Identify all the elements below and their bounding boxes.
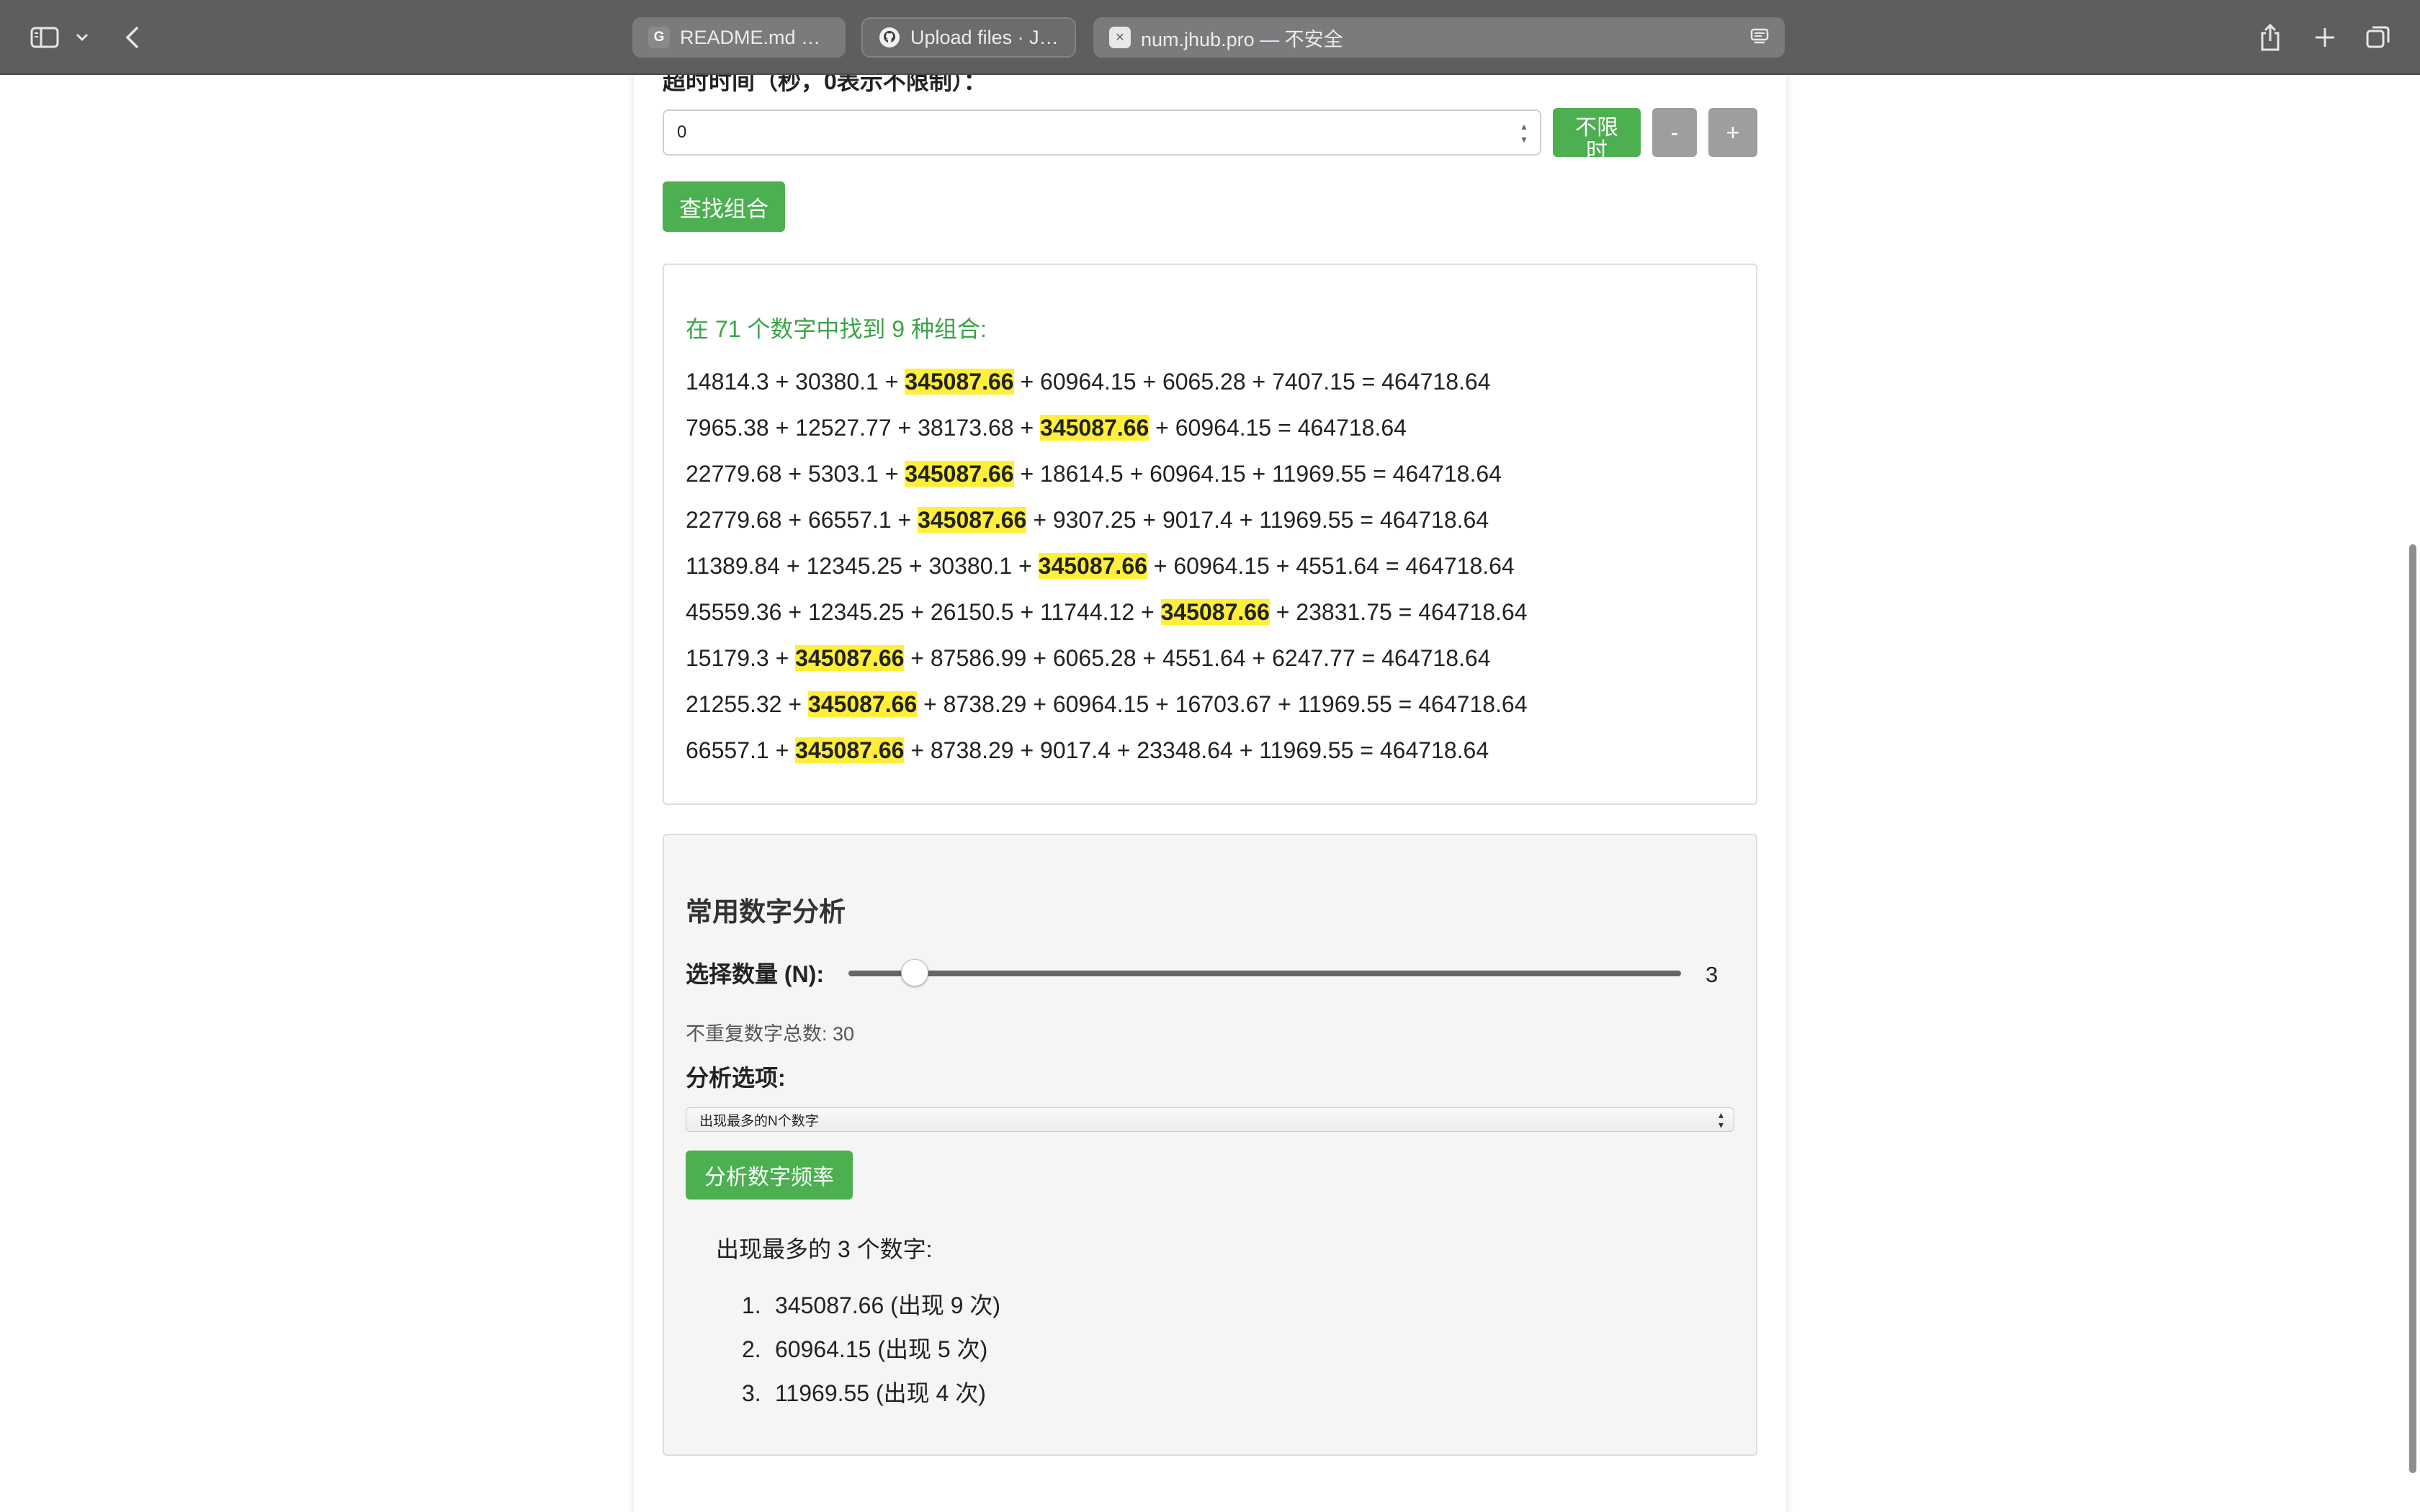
frequency-text: 11969.55 (出现 4 次) [775,1380,986,1406]
new-tab-icon[interactable] [2311,19,2339,56]
analyze-frequency-label: 分析数字频率 [704,1166,834,1189]
tab-title: README.md —... [680,26,830,48]
highlighted-number: 345087.66 [1038,553,1147,579]
options-label: 分析选项: [686,1065,786,1091]
combination-suffix: + 60964.15 + 4551.64 = 464718.64 [1147,553,1515,579]
find-combinations-label: 查找组合 [679,196,768,222]
combination-suffix: + 60964.15 = 464718.64 [1149,415,1407,441]
back-icon[interactable] [117,19,148,56]
frequency-item: 1. 345087.66 (出现 9 次) [742,1287,1000,1320]
plus-button[interactable]: + [1708,108,1757,157]
page-content: 超时时间（秒，0表示不限制）： 0 ▴ ▾ 不限时 - + 查找组合 在 71 个… [0,75,2420,1512]
selected-option: 出现最多的N个数字 [699,1113,819,1129]
frequency-item: 2. 60964.15 (出现 5 次) [742,1331,987,1364]
combination-line: 7965.38 + 12527.77 + 38173.68 + 345087.6… [686,415,1407,441]
highlighted-number: 345087.66 [905,369,1014,395]
analyze-frequency-button[interactable]: 分析数字频率 [686,1151,853,1200]
g-favicon-icon: G [648,27,670,48]
frequency-text: 60964.15 (出现 5 次) [775,1336,988,1362]
stepper-arrows-icon[interactable]: ▴ ▾ [1518,121,1530,144]
analysis-option-select[interactable]: 出现最多的N个数字 ▴ ▾ [686,1107,1734,1132]
results-summary: 在 71 个数字中找到 9 种组合: [686,316,987,342]
combination-prefix: 21255.32 + [686,691,808,717]
results-panel: 在 71 个数字中找到 9 种组合: 14814.3 + 30380.1 + 3… [663,264,1757,805]
browser-toolbar: G README.md —... Upload files · Ji... ✕ … [0,0,2420,75]
combination-prefix: 11389.84 + 12345.25 + 30380.1 + [686,553,1039,579]
chevron-down-icon[interactable] [71,19,94,56]
tab-num-jhub[interactable]: ✕ num.jhub.pro — 不安全 [1093,17,1785,58]
highlighted-number: 345087.66 [795,645,905,671]
plus-button-label: + [1726,119,1740,145]
combination-line: 22779.68 + 66557.1 + 345087.66 + 9307.25… [686,507,1489,534]
find-combinations-button[interactable]: 查找组合 [663,181,785,232]
highlighted-number: 345087.66 [905,461,1014,487]
github-icon [879,27,900,48]
combination-line: 22779.68 + 5303.1 + 345087.66 + 18614.5 … [686,461,1502,487]
highlighted-number: 345087.66 [1160,599,1270,625]
frequency-item: 3. 11969.55 (出现 4 次) [742,1375,986,1408]
unlimited-button[interactable]: 不限时 [1553,108,1641,157]
combination-line: 21255.32 + 345087.66 + 8738.29 + 60964.1… [686,691,1528,718]
combination-line: 15179.3 + 345087.66 + 87586.99 + 6065.28… [686,645,1491,672]
n-slider-thumb[interactable] [901,959,929,986]
n-slider-track[interactable] [848,971,1681,976]
combination-suffix: + 18614.5 + 60964.15 + 11969.55 = 464718… [1013,461,1502,487]
tab-readme[interactable]: G README.md —... [632,17,846,58]
combination-prefix: 22779.68 + 66557.1 + [686,507,918,533]
combination-prefix: 7965.38 + 12527.77 + 38173.68 + [686,415,1041,441]
unlimited-button-label: 不限时 [1575,116,1618,158]
combination-suffix: + 23831.75 = 464718.64 [1269,599,1528,625]
combination-prefix: 15179.3 + [686,645,796,671]
tab-upload-files[interactable]: Upload files · Ji... [861,17,1076,58]
frequency-text: 345087.66 (出现 9 次) [775,1292,1001,1318]
combination-line: 11389.84 + 12345.25 + 30380.1 + 345087.6… [686,553,1515,580]
timeout-input[interactable]: 0 ▴ ▾ [663,109,1541,156]
combination-prefix: 45559.36 + 12345.25 + 26150.5 + 11744.12… [686,599,1161,625]
highlighted-number: 345087.66 [807,691,918,717]
highlighted-number: 345087.66 [918,507,1027,533]
highlighted-number: 345087.66 [795,737,905,763]
frequency-rank: 2. [742,1336,761,1362]
select-arrows-icon: ▴ ▾ [1718,1109,1724,1130]
timeout-value: 0 [677,122,687,142]
scrollbar[interactable] [2404,75,2420,1512]
combination-suffix: + 9307.25 + 9017.4 + 11969.55 = 464718.6… [1026,507,1489,533]
reader-icon[interactable] [1749,26,1770,53]
combination-line: 14814.3 + 30380.1 + 345087.66 + 60964.15… [686,369,1491,395]
combination-line: 66557.1 + 345087.66 + 8738.29 + 9017.4 +… [686,737,1489,764]
slider-label: 选择数量 (N): [686,961,824,987]
x-favicon-icon: ✕ [1109,27,1131,48]
frequency-header: 出现最多的 3 个数字: [716,1236,933,1262]
frequency-rank: 1. [742,1292,761,1318]
combination-line: 45559.36 + 12345.25 + 26150.5 + 11744.12… [686,599,1528,626]
combination-suffix: + 60964.15 + 6065.28 + 7407.15 = 464718.… [1013,369,1491,395]
combination-suffix: + 8738.29 + 9017.4 + 23348.64 + 11969.55… [904,737,1489,763]
tab-title: Upload files · Ji... [910,26,1059,48]
analysis-title: 常用数字分析 [686,897,846,927]
combination-suffix: + 8738.29 + 60964.15 + 16703.67 + 11969.… [917,691,1528,717]
analysis-panel: 常用数字分析 选择数量 (N): 3 不重复数字总数: 30 分析选项: 出现最… [663,834,1757,1456]
minus-button-label: - [1670,119,1679,145]
combination-prefix: 66557.1 + [686,737,796,763]
timeout-label: 超时时间（秒，0表示不限制）： [663,75,987,94]
combination-prefix: 22779.68 + 5303.1 + [686,461,905,487]
minus-button[interactable]: - [1652,108,1697,157]
frequency-rank: 3. [742,1380,761,1406]
slider-value: 3 [1706,962,1718,987]
sidebar-toggle-icon[interactable] [26,19,63,56]
tab-title: num.jhub.pro — 不安全 [1141,28,1343,50]
scrollbar-thumb[interactable] [2409,544,2416,1473]
share-icon[interactable] [2256,19,2285,56]
highlighted-number: 345087.66 [1040,415,1150,441]
unique-count: 不重复数字总数: 30 [686,1023,855,1045]
combination-suffix: + 87586.99 + 6065.28 + 4551.64 + 6247.77… [904,645,1491,671]
combination-prefix: 14814.3 + 30380.1 + [686,369,905,395]
tab-overview-icon[interactable] [2364,19,2393,56]
